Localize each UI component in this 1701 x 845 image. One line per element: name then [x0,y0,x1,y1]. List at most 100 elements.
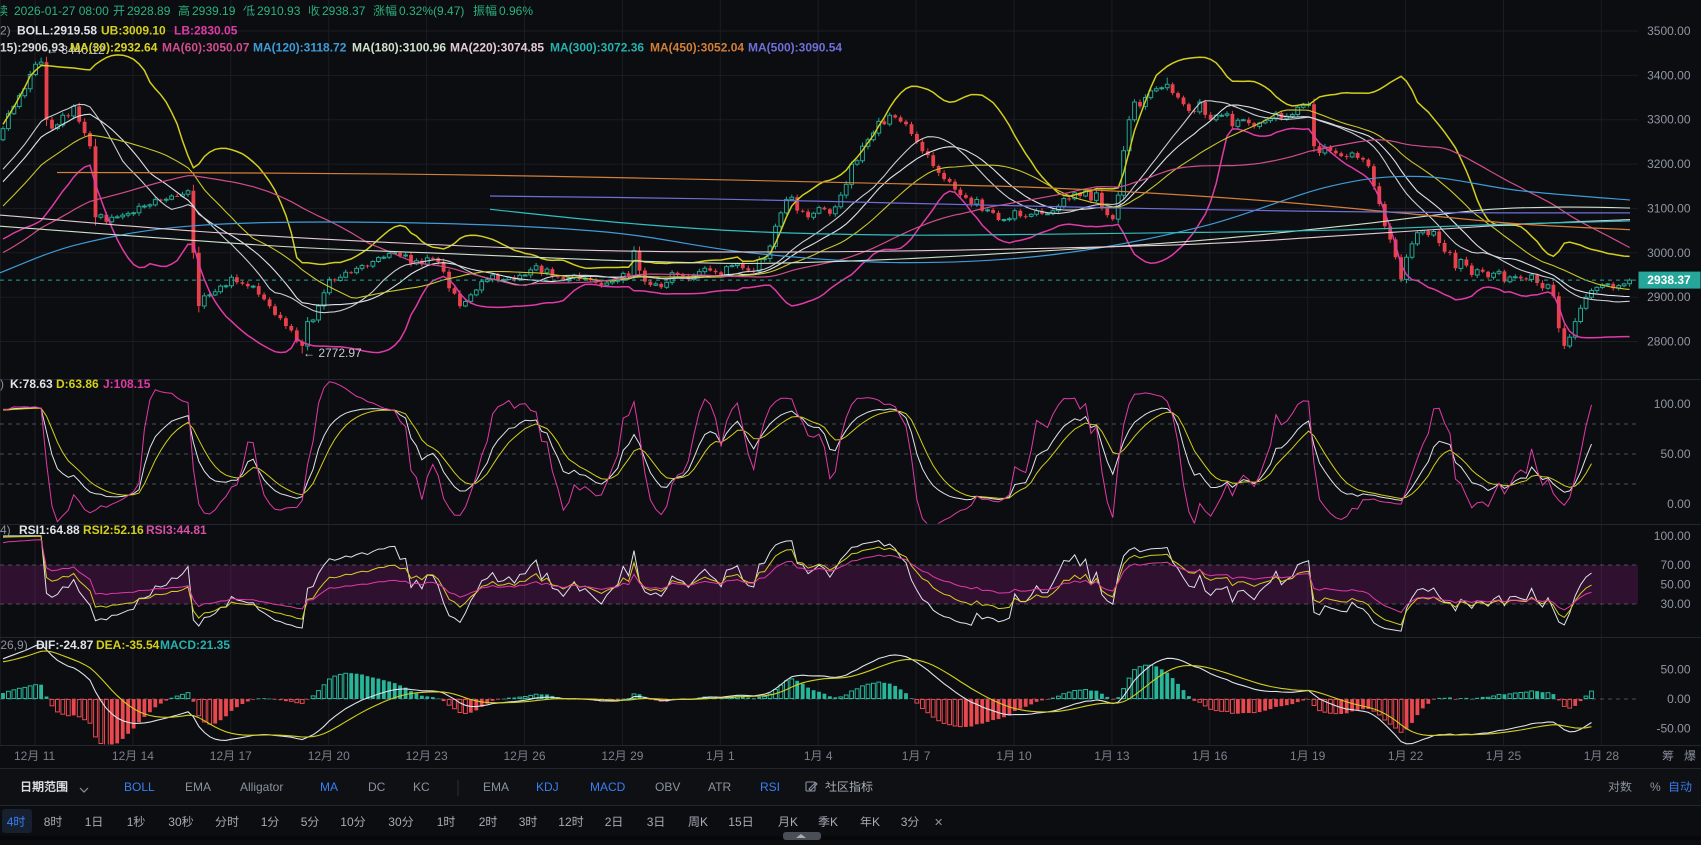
svg-text:RSI1:64.88: RSI1:64.88 [19,523,80,537]
svg-text:← 2772.97: ← 2772.97 [303,346,362,360]
svg-text:29: 29 [630,749,644,763]
svg-text:50.00: 50.00 [1660,662,1690,676]
svg-text:MA(60):3050.07: MA(60):3050.07 [162,41,250,55]
svg-text:BOLL: BOLL [124,780,155,794]
svg-text:3200.00: 3200.00 [1647,157,1691,171]
svg-text:D:63.86: D:63.86 [56,377,99,391]
svg-text:1: 1 [996,749,1003,763]
svg-text:2910.93: 2910.93 [257,4,301,18]
svg-text:12: 12 [210,749,224,763]
svg-text:7: 7 [924,749,931,763]
svg-text:0.00: 0.00 [1667,497,1691,511]
svg-text:4: 4 [7,815,14,829]
svg-text:BOLL:2919.58: BOLL:2919.58 [17,24,97,38]
svg-text:1: 1 [902,749,909,763]
svg-text:12: 12 [14,749,28,763]
svg-text:KDJ: KDJ [536,780,559,794]
svg-text:2938.37: 2938.37 [1647,273,1691,287]
svg-text:5: 5 [301,815,308,829]
svg-text:25: 25 [1508,749,1522,763]
svg-text:KC: KC [413,780,430,794]
svg-text:2: 2 [605,815,612,829]
svg-text:MA: MA [320,780,338,794]
svg-text:LB:2830.05: LB:2830.05 [174,24,238,38]
svg-text:23: 23 [434,749,448,763]
svg-text:3100.00: 3100.00 [1647,201,1691,215]
svg-text:1: 1 [706,749,713,763]
svg-text:EMA: EMA [185,780,211,794]
svg-text:3500.00: 3500.00 [1647,24,1691,38]
svg-text:16: 16 [1214,749,1228,763]
svg-text:12: 12 [406,749,420,763]
svg-text:RSI2:52.16: RSI2:52.16 [83,523,144,537]
svg-text:12: 12 [601,749,615,763]
svg-text:MACD:21.35: MACD:21.35 [160,638,230,652]
svg-text:13: 13 [1116,749,1130,763]
svg-text:-50.00: -50.00 [1656,722,1690,736]
svg-text:19: 19 [1312,749,1326,763]
svg-text:4: 4 [826,749,833,763]
svg-text:1: 1 [1486,749,1493,763]
svg-text:RSI3:44.81: RSI3:44.81 [146,523,207,537]
svg-text:2938.37: 2938.37 [322,4,366,18]
svg-text:30.00: 30.00 [1660,597,1690,611]
svg-text:MA(500):3090.54: MA(500):3090.54 [748,41,842,55]
svg-text:2800.00: 2800.00 [1647,335,1691,349]
svg-text:K: K [830,815,838,829]
svg-text:MA(300):3072.36: MA(300):3072.36 [550,41,644,55]
svg-text:DC: DC [368,780,386,794]
svg-text:MA(220):3074.85: MA(220):3074.85 [450,41,544,55]
svg-text:RSI: RSI [760,780,780,794]
svg-text:3: 3 [519,815,526,829]
svg-text:1: 1 [1584,749,1591,763]
svg-text:,26,9): ,26,9) [0,638,28,652]
svg-text:15: 15 [728,815,742,829]
svg-text:1: 1 [728,749,735,763]
svg-text:2026-01-27 08:00: 2026-01-27 08:00 [14,4,109,18]
svg-text:MA(120):3118.72: MA(120):3118.72 [253,41,347,55]
svg-text:17: 17 [239,749,253,763]
svg-text:70.00: 70.00 [1660,558,1690,572]
svg-text:MA(450):3052.04: MA(450):3052.04 [650,41,744,55]
svg-text:3400.00: 3400.00 [1647,68,1691,82]
svg-text:11: 11 [43,749,56,763]
svg-text:22: 22 [1410,749,1424,763]
svg-text:50.00: 50.00 [1660,578,1690,592]
svg-text:2928.89: 2928.89 [127,4,171,18]
svg-text:12: 12 [558,815,572,829]
svg-text:Alligator: Alligator [240,780,283,794]
svg-text:30: 30 [168,815,182,829]
svg-text:8: 8 [44,815,51,829]
svg-text:1: 1 [437,815,444,829]
svg-text:26: 26 [532,749,546,763]
svg-text:10: 10 [1018,749,1032,763]
svg-text:100.00: 100.00 [1654,397,1691,411]
svg-text:1: 1 [1388,749,1395,763]
svg-text:K: K [872,815,880,829]
svg-text:2939.19: 2939.19 [192,4,236,18]
svg-text:20: 20 [336,749,350,763]
svg-text:0.00: 0.00 [1667,692,1691,706]
svg-text:30: 30 [388,815,402,829]
svg-text:3: 3 [901,815,908,829]
svg-text:OBV: OBV [655,780,680,794]
svg-text:UB:3009.10: UB:3009.10 [101,24,166,38]
svg-text:10: 10 [340,815,354,829]
svg-text:12: 12 [504,749,518,763]
svg-text:12: 12 [112,749,126,763]
svg-text:✕: ✕ [934,817,943,829]
svg-text:50.00: 50.00 [1660,447,1690,461]
svg-text:3300.00: 3300.00 [1647,113,1691,127]
svg-text:1: 1 [1094,749,1101,763]
svg-text:1: 1 [85,815,92,829]
svg-text:28: 28 [1606,749,1620,763]
svg-text:EMA: EMA [483,780,509,794]
svg-text:2): 2) [0,24,11,38]
svg-text:DIF:-24.87: DIF:-24.87 [36,638,94,652]
svg-text:MA(30):2932.64: MA(30):2932.64 [70,41,158,55]
svg-text:K: K [700,815,708,829]
svg-text:K: K [790,815,798,829]
svg-text:15):2906.93: 15):2906.93 [0,41,65,55]
svg-text:3000.00: 3000.00 [1647,246,1691,260]
svg-text:MACD: MACD [590,780,626,794]
